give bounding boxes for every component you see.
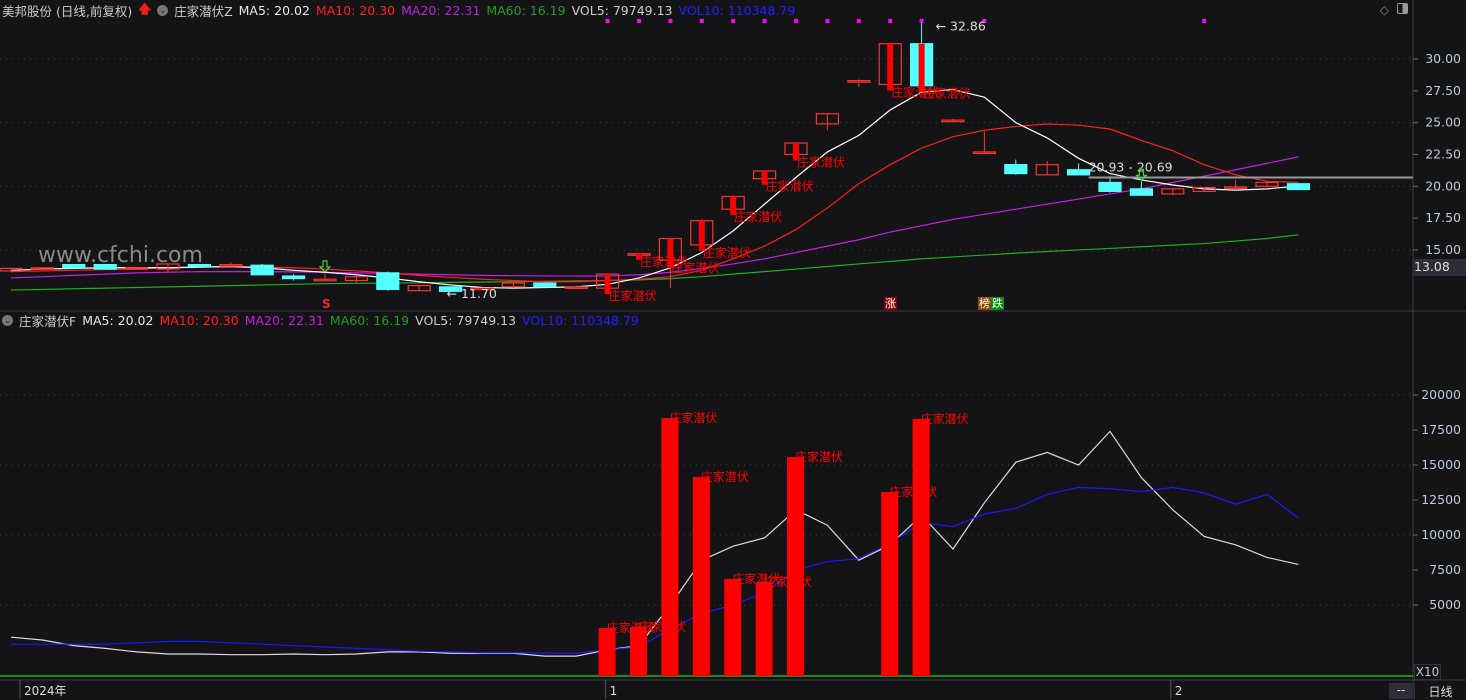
top-marker [794,19,798,23]
volume-bar [724,578,742,676]
volume-tick-label: 17500 [1421,422,1461,437]
candle-body [1066,169,1091,176]
signal-label: 庄家潜伏 [669,410,717,425]
volume-bar [912,418,930,676]
x-axis-label: 2 [1175,684,1183,698]
volume-bar [598,628,616,676]
volume-tick-label: 12500 [1421,492,1461,507]
candle-body [1098,181,1122,192]
signal-label: 庄家潜伏 [609,288,657,303]
x-axis-label: 1 [610,684,618,698]
volume-bar [787,457,804,676]
buy-arrow-icon [318,260,332,273]
volume-bar [755,582,773,676]
price-tick-label: 15.00 [1425,242,1461,257]
candle-body [1286,183,1311,191]
top-marker [1202,19,1207,23]
range-label: 20.93 - 20.69 [1089,160,1173,175]
signal-label: 庄家潜伏 [795,449,843,464]
top-marker [731,19,736,23]
signal-bar [918,43,925,92]
list-badge[interactable]: 榜 [978,297,991,310]
fall-badge[interactable]: 跌 [991,297,1004,310]
top-marker [605,19,610,23]
scale-multiplier[interactable]: X10 [1414,664,1441,680]
volume-bar [630,626,647,676]
signal-label: 庄家潜伏 [797,154,845,169]
volume-tick-label: 5000 [1429,597,1461,612]
top-marker [888,19,893,23]
signal-label: 庄家潜伏 [701,469,749,484]
price-tick-label: 20.00 [1425,178,1461,193]
current-price-label: 13.08 [1413,259,1466,276]
high-price-label: ← 32.86 [936,19,986,34]
volume-bar [881,492,899,676]
top-marker [668,19,673,23]
candle-body [187,263,211,268]
candle-body [533,282,557,288]
candle-body [62,263,86,269]
candle-body [250,264,274,276]
candle-body [376,272,400,291]
volume-tick-label: 20000 [1421,387,1461,402]
candle-body [93,263,117,270]
dash-button[interactable]: -- [1389,683,1413,699]
signal-label: 庄家潜伏 [703,245,751,260]
signal-label: 庄家潜伏 [766,179,814,194]
candle-body [1004,164,1028,175]
s-marker: S [322,297,331,311]
rise-badge[interactable]: 涨 [884,297,897,310]
top-marker [856,19,861,23]
candle-body [1129,188,1154,196]
signal-label: 庄家潜伏 [923,86,971,101]
top-marker [699,19,704,23]
signal-label: 庄家潜伏 [671,260,719,275]
price-tick-label: 17.50 [1425,210,1461,225]
volume-tick-label: 15000 [1421,457,1461,472]
volume-tick-label: 10000 [1421,527,1461,542]
x-axis-label: 2024年 [24,684,67,698]
period-button[interactable]: 日线 [1414,683,1466,699]
low-price-label: ← 11.70 [447,286,497,301]
price-tick-label: 22.50 [1425,146,1461,161]
signal-label: 庄家潜伏 [734,209,782,224]
signal-bar [887,43,894,91]
top-marker [825,19,830,23]
top-marker [762,19,767,23]
price-tick-label: 27.50 [1425,83,1461,98]
signal-label: 庄家潜伏 [921,411,969,426]
price-tick-label: 30.00 [1425,51,1461,66]
volume-bar [661,418,679,676]
price-tick-label: 25.00 [1425,115,1461,130]
top-marker [919,19,924,23]
top-marker [637,19,641,23]
volume-bar [692,477,710,676]
candle-body [282,275,306,280]
stock-chart[interactable]: 30.00 27.50 25.00 22.50 20.00 17.50 15.00 20000… [0,0,1466,699]
volume-tick-label: 7500 [1429,562,1461,577]
